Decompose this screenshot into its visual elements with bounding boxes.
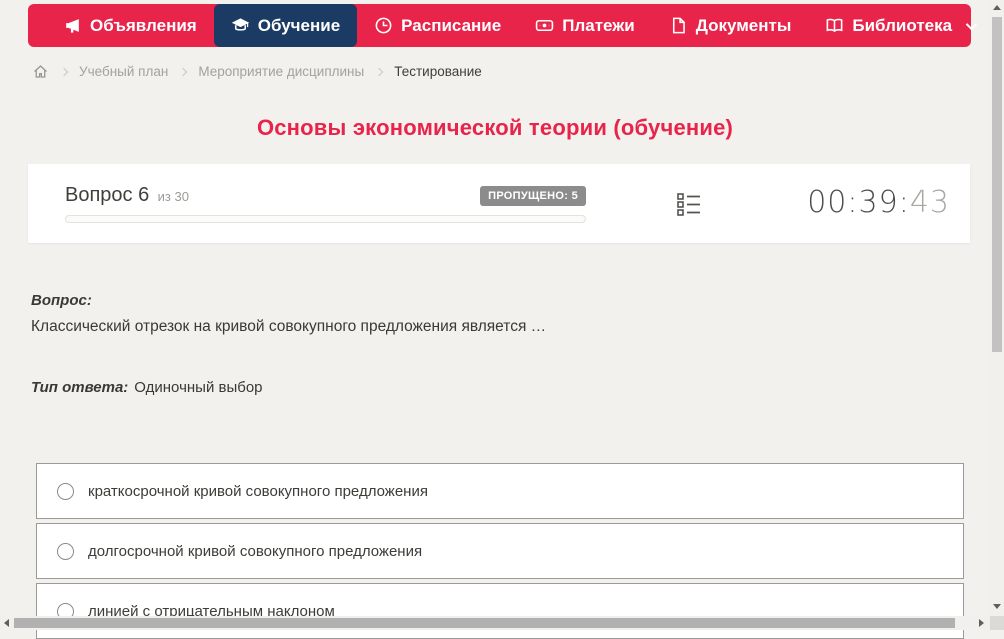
- timer-hours: 00: [807, 185, 848, 220]
- nav-item-label: Документы: [695, 15, 792, 35]
- nav-item-announcements[interactable]: Объявления: [46, 4, 214, 47]
- document-icon: [669, 16, 688, 35]
- answer-type-value: Одиночный выбор: [134, 379, 263, 396]
- timer-seconds: 43: [909, 185, 950, 220]
- book-icon: [825, 16, 844, 35]
- breadcrumb-item-curriculum[interactable]: Учебный план: [79, 64, 168, 79]
- answer-type-label: Тип ответа:: [31, 379, 129, 396]
- nav-item-label: Обучение: [257, 15, 341, 35]
- answer-option[interactable]: линией с отрицательным наклоном: [36, 583, 964, 639]
- nav-item-documents[interactable]: Документы: [652, 4, 809, 47]
- breadcrumb-separator-icon: [374, 67, 384, 76]
- answer-option-label: долгосрочной кривой совокупного предложе…: [88, 542, 423, 560]
- vertical-scrollbar[interactable]: [990, 0, 1004, 616]
- answer-option[interactable]: долгосрочной кривой совокупного предложе…: [36, 523, 964, 579]
- question-list-icon[interactable]: [676, 191, 702, 217]
- nav-item-label: Библиотека: [852, 15, 953, 35]
- skipped-badge: ПРОПУЩЕНО: 5: [480, 185, 586, 206]
- quiz-page: Объявления Обучение Расписание Платежи Д…: [0, 0, 1004, 639]
- scroll-right-arrow-icon[interactable]: [979, 619, 984, 627]
- main-nav: Объявления Обучение Расписание Платежи Д…: [28, 4, 978, 47]
- scrollbar-corner: [990, 616, 1004, 630]
- question-counter: Вопрос 6 из 30: [65, 184, 189, 207]
- answer-type-row: Тип ответа: Одиночный выбор: [31, 379, 263, 396]
- question-label: Вопрос:: [31, 292, 92, 309]
- home-icon[interactable]: [32, 63, 49, 80]
- scroll-down-arrow-icon[interactable]: [993, 604, 1001, 609]
- nav-item-learning[interactable]: Обучение: [213, 4, 358, 47]
- radio-button[interactable]: [57, 482, 74, 500]
- banknote-icon: [535, 16, 554, 35]
- megaphone-icon: [63, 16, 82, 35]
- breadcrumb-separator-icon: [179, 67, 188, 76]
- question-number: Вопрос 6: [65, 184, 150, 206]
- timer-minutes: 39: [858, 185, 899, 220]
- quiz-header-card: Вопрос 6 из 30 ПРОПУЩЕНО: 5 00:39:43: [28, 164, 970, 243]
- question-total: из 30: [157, 189, 189, 204]
- timer-separator: :: [898, 185, 910, 220]
- nav-item-library[interactable]: Библиотека: [808, 4, 991, 47]
- radio-button[interactable]: [57, 542, 74, 560]
- nav-item-schedule[interactable]: Расписание: [357, 4, 518, 47]
- scroll-up-arrow-icon[interactable]: [993, 5, 1001, 10]
- vertical-scrollbar-thumb[interactable]: [992, 17, 1002, 352]
- nav-item-payments[interactable]: Платежи: [518, 4, 652, 47]
- breadcrumb-item-event[interactable]: Мероприятие дисциплины: [198, 64, 364, 79]
- clock-icon: [374, 16, 393, 35]
- question-text: Классический отрезок на кривой совокупно…: [31, 318, 547, 335]
- page-title: Основы экономической теории (обучение): [256, 115, 734, 140]
- nav-item-label: Платежи: [562, 15, 635, 35]
- answer-option-label: краткосрочной кривой совокупного предлож…: [88, 482, 428, 500]
- timer: 00:39:43: [807, 185, 950, 220]
- nav-item-label: Расписание: [401, 15, 502, 35]
- progress-bar: [65, 215, 586, 223]
- question-counter-row: Вопрос 6 из 30 ПРОПУЩЕНО: 5: [65, 184, 586, 207]
- horizontal-scrollbar-thumb[interactable]: [14, 618, 955, 628]
- scroll-left-arrow-icon[interactable]: [4, 619, 9, 627]
- answer-option[interactable]: краткосрочной кривой совокупного предлож…: [36, 463, 964, 519]
- breadcrumb: Учебный план Мероприятие дисциплины Тест…: [32, 63, 482, 80]
- breadcrumb-separator-icon: [59, 67, 69, 76]
- chevron-down-icon: [965, 18, 978, 30]
- breadcrumb-item-current: Тестирование: [394, 64, 482, 79]
- timer-separator: :: [847, 185, 859, 220]
- graduation-cap-icon: [231, 16, 250, 35]
- horizontal-scrollbar[interactable]: [0, 616, 990, 630]
- nav-item-label: Объявления: [90, 15, 197, 35]
